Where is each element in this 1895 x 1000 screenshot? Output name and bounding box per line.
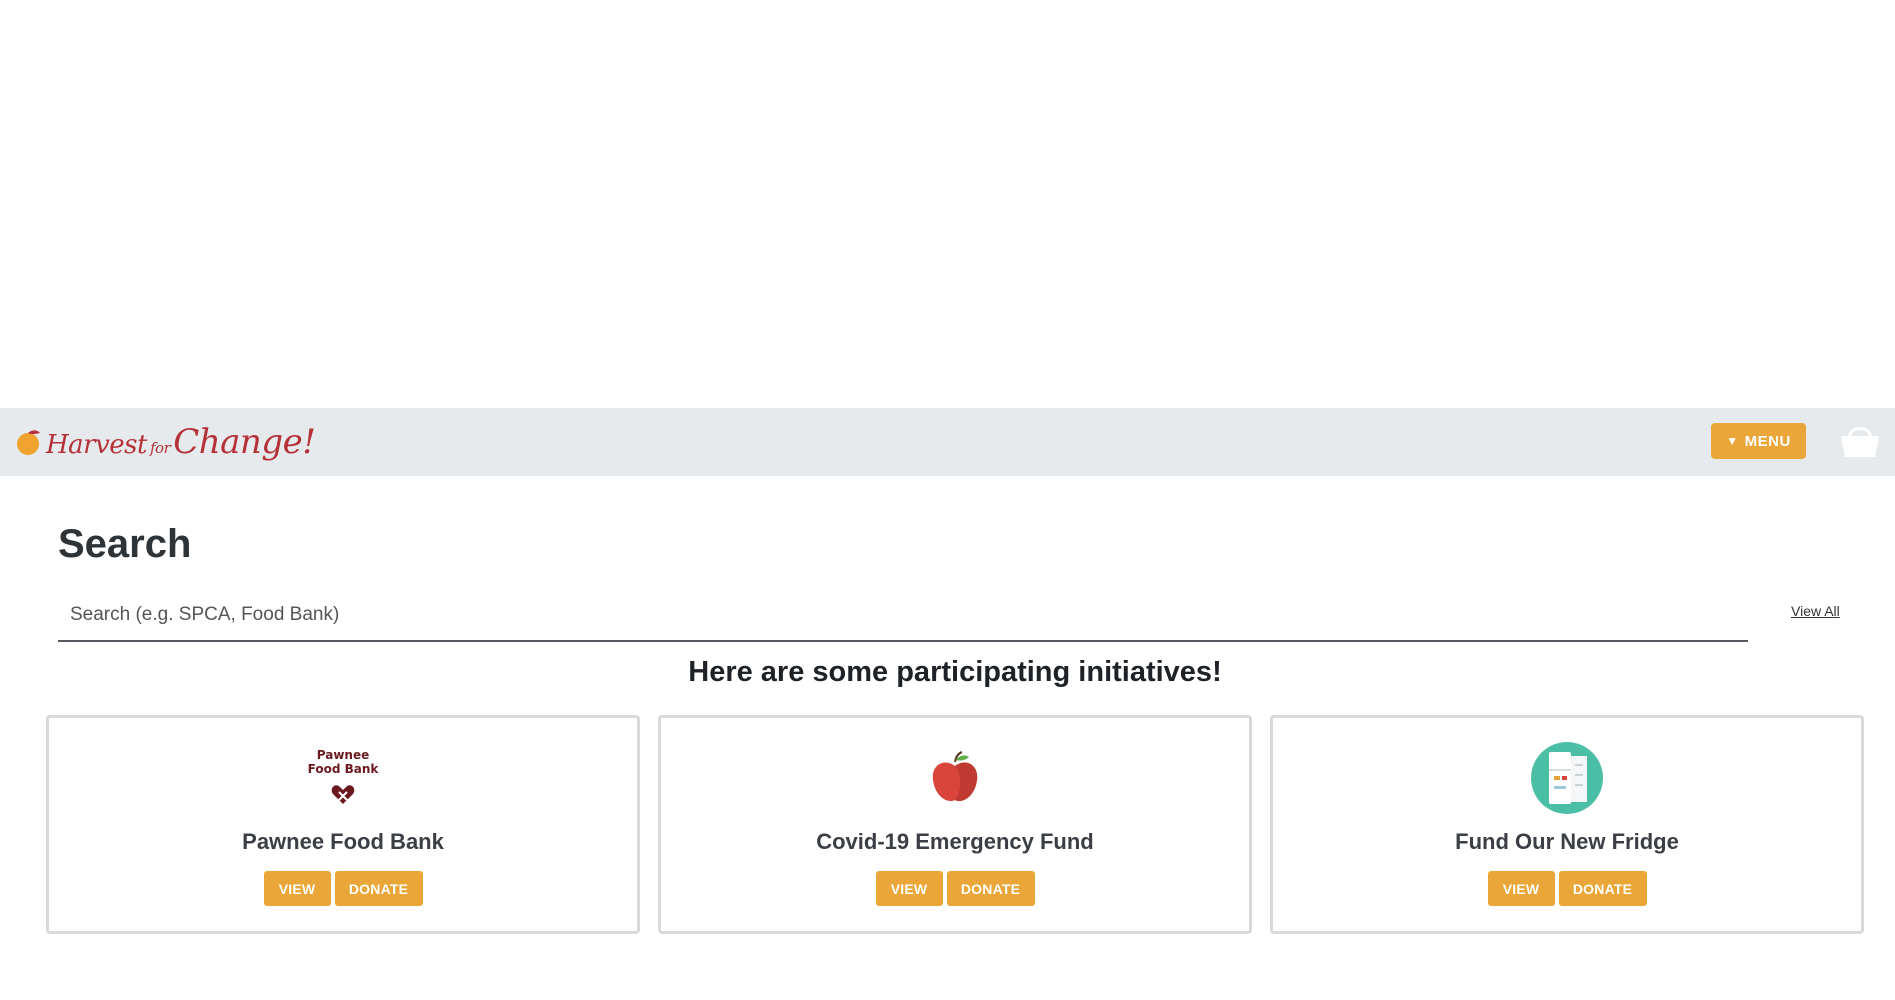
heart-icon <box>331 785 355 804</box>
card-actions: VIEW DONATE <box>49 871 637 906</box>
card-title: Pawnee Food Bank <box>242 829 444 854</box>
caret-down-icon: ▼ <box>1726 434 1739 448</box>
navbar: Harvest forChange! ▼ MENU <box>0 408 1895 476</box>
pfb-logo-line-1: Pawnee <box>316 748 370 762</box>
card-title: Covid-19 Emergency Fund <box>816 829 1094 854</box>
view-button[interactable]: VIEW <box>875 871 943 906</box>
initiative-card-pawnee-food-bank: Pawnee Food Bank Pawnee Food Bank VIEW D… <box>46 715 640 934</box>
fridge-icon <box>1531 742 1603 814</box>
pawnee-food-bank-logo: Pawnee Food Bank <box>303 742 383 818</box>
logo-text-harvest: Harvest <box>46 430 147 460</box>
menu-label: MENU <box>1744 432 1791 450</box>
logo-text-change: Change! <box>173 422 316 462</box>
initiative-card-fund-our-new-fridge: Fund Our New Fridge VIEW DONATE <box>1270 715 1864 934</box>
initiatives-heading: Here are some participating initiatives! <box>688 656 1222 688</box>
search-input[interactable] <box>58 590 1748 642</box>
card-title: Fund Our New Fridge <box>1455 829 1679 854</box>
harvest-logo-icon <box>17 430 40 455</box>
initiatives-list: Pawnee Food Bank Pawnee Food Bank VIEW D… <box>46 715 1866 934</box>
search-title: Search <box>58 522 192 566</box>
card-icon-wrap: Pawnee Food Bank <box>49 742 637 818</box>
menu-button[interactable]: ▼ MENU <box>1711 423 1806 459</box>
pfb-logo-line-2: Food Bank <box>307 762 379 776</box>
donate-button[interactable]: DONATE <box>1558 871 1647 906</box>
card-icon-wrap <box>661 742 1249 818</box>
initiative-card-covid-19-emergency-fund: Covid-19 Emergency Fund VIEW DONATE <box>658 715 1252 934</box>
site-logo[interactable]: Harvest forChange! <box>14 416 316 468</box>
top-blank-area <box>0 0 1895 408</box>
card-actions: VIEW DONATE <box>661 871 1249 906</box>
donate-button[interactable]: DONATE <box>946 871 1035 906</box>
view-button[interactable]: VIEW <box>1487 871 1555 906</box>
apple-icon <box>932 751 978 802</box>
donate-button[interactable]: DONATE <box>334 871 423 906</box>
logo-text-for: for <box>149 439 171 457</box>
card-icon-wrap <box>1273 742 1861 818</box>
logo-text: Harvest forChange! <box>46 422 316 462</box>
card-actions: VIEW DONATE <box>1273 871 1861 906</box>
view-all-link[interactable]: View All <box>1791 603 1840 619</box>
basket-icon[interactable] <box>1838 420 1882 460</box>
view-button[interactable]: VIEW <box>263 871 331 906</box>
